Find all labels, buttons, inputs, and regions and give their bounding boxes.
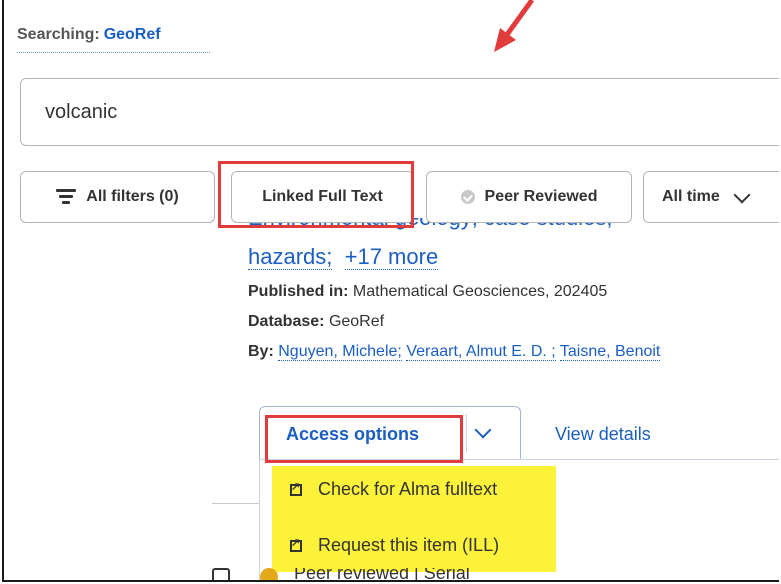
filter-icon (56, 189, 77, 205)
menu-item-request-ill[interactable]: Request this item (ILL) (290, 535, 499, 556)
external-link-icon (290, 536, 302, 552)
divider (466, 414, 467, 452)
database-info: Database: GeoRef (248, 313, 385, 330)
more-subjects-link[interactable]: +17 more (344, 244, 439, 270)
linked-full-text-button[interactable]: Linked Full Text (231, 171, 414, 223)
check-badge-icon (460, 190, 475, 204)
access-options-button[interactable]: Access options (286, 424, 419, 445)
all-filters-button[interactable]: All filters (0) (20, 171, 215, 223)
external-link-icon (290, 480, 302, 496)
author-link[interactable]: Taisne, Benoit (559, 343, 661, 361)
searching-label: Searching: GeoRef (17, 26, 161, 43)
annotation-arrow-icon (494, 0, 535, 52)
search-input[interactable] (45, 101, 645, 124)
chevron-down-icon (733, 186, 751, 203)
database-link[interactable]: GeoRef (104, 26, 161, 43)
screenshot-frame: Searching:GeoRef Environmental geology; … (2, 0, 779, 582)
search-box[interactable] (20, 78, 779, 146)
result-type-badge: Peer reviewed | Serial (294, 568, 470, 582)
all-time-dropdown[interactable]: All time (643, 171, 779, 223)
subject-terms: hazards; +17 more (248, 244, 439, 270)
searching-underline (17, 52, 210, 53)
published-in: Published in: Mathematical Geosciences, … (248, 283, 608, 300)
view-details-link[interactable]: View details (555, 424, 651, 445)
author-link[interactable]: Nguyen, Michele; (278, 343, 402, 361)
result-divider (212, 503, 260, 504)
author-link[interactable]: Veraart, Almut E. D. ; (406, 343, 556, 361)
next-result-row: Peer reviewed | Serial (212, 568, 772, 582)
authors: By: Nguyen, Michele; Veraart, Almut E. D… (248, 343, 661, 361)
peer-reviewed-icon (260, 568, 278, 580)
select-checkbox[interactable] (212, 568, 230, 580)
menu-item-alma-fulltext[interactable]: Check for Alma fulltext (290, 479, 497, 500)
subject-link-hazards[interactable]: hazards; (248, 244, 333, 270)
peer-reviewed-button[interactable]: Peer Reviewed (426, 171, 632, 223)
